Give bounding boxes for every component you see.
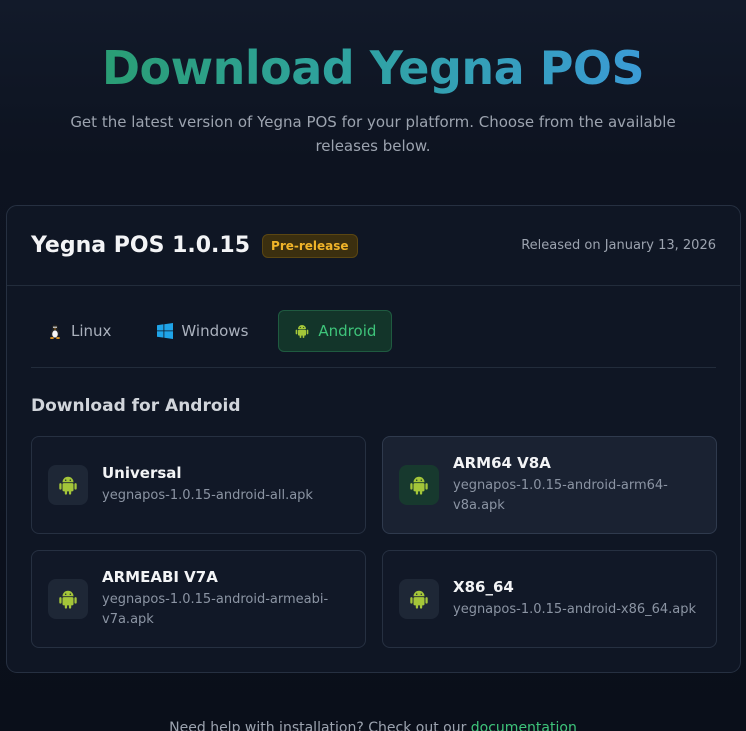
page-subtitle: Get the latest version of Yegna POS for … — [70, 113, 676, 155]
tab-windows[interactable]: Windows — [141, 310, 264, 352]
download-name: Universal — [102, 464, 182, 482]
page-title: Download Yegna POS — [101, 41, 645, 95]
tab-android[interactable]: Android — [278, 310, 393, 352]
release-card: Yegna POS 1.0.15 Pre-release Released on… — [6, 205, 741, 673]
download-item-universal[interactable]: Universal yegnapos-1.0.15-android-all.ap… — [31, 436, 366, 534]
linux-icon — [50, 324, 60, 339]
download-name: X86_64 — [453, 578, 514, 596]
windows-icon — [157, 323, 174, 339]
release-header: Yegna POS 1.0.15 Pre-release Released on… — [7, 206, 740, 286]
footer-text: Need help with installation? Check out o… — [169, 720, 471, 731]
download-item-arm64-v8a[interactable]: ARM64 V8A yegnapos-1.0.15-android-arm64-… — [382, 436, 717, 534]
download-filename: yegnapos-1.0.15-android-all.apk — [102, 488, 313, 503]
platform-tabs: Linux Windows Android — [31, 310, 716, 368]
android-icon — [410, 590, 428, 609]
release-version: Yegna POS 1.0.15 — [31, 233, 251, 258]
tab-label: Android — [318, 322, 377, 340]
section-title: Download for Android — [31, 396, 241, 416]
tab-linux[interactable]: Linux — [31, 310, 127, 352]
download-item-x86-64[interactable]: X86_64 yegnapos-1.0.15-android-x86_64.ap… — [382, 550, 717, 648]
android-icon — [296, 325, 309, 338]
android-icon — [59, 590, 77, 609]
download-name: ARMEABI V7A — [102, 568, 218, 586]
android-icon — [59, 476, 77, 495]
release-date: Released on January 13, 2026 — [521, 238, 716, 253]
android-icon — [410, 476, 428, 495]
prerelease-badge: Pre-release — [262, 233, 358, 258]
hero: Download Yegna POS Get the latest versio… — [0, 0, 746, 158]
download-item-armeabi-v7a[interactable]: ARMEABI V7A yegnapos-1.0.15-android-arme… — [31, 550, 366, 648]
download-filename: yegnapos-1.0.15-android-arm64-v8a.apk — [453, 478, 668, 513]
download-filename: yegnapos-1.0.15-android-x86_64.apk — [453, 602, 697, 617]
footer-help: Need help with installation? Check out o… — [0, 720, 746, 731]
download-filename: yegnapos-1.0.15-android-armeabi-v7a.apk — [102, 592, 329, 627]
download-grid: Universal yegnapos-1.0.15-android-all.ap… — [31, 436, 717, 648]
tab-label: Windows — [181, 322, 249, 340]
tab-label: Linux — [71, 322, 112, 340]
download-name: ARM64 V8A — [453, 454, 551, 472]
documentation-link[interactable]: documentation — [471, 720, 577, 731]
